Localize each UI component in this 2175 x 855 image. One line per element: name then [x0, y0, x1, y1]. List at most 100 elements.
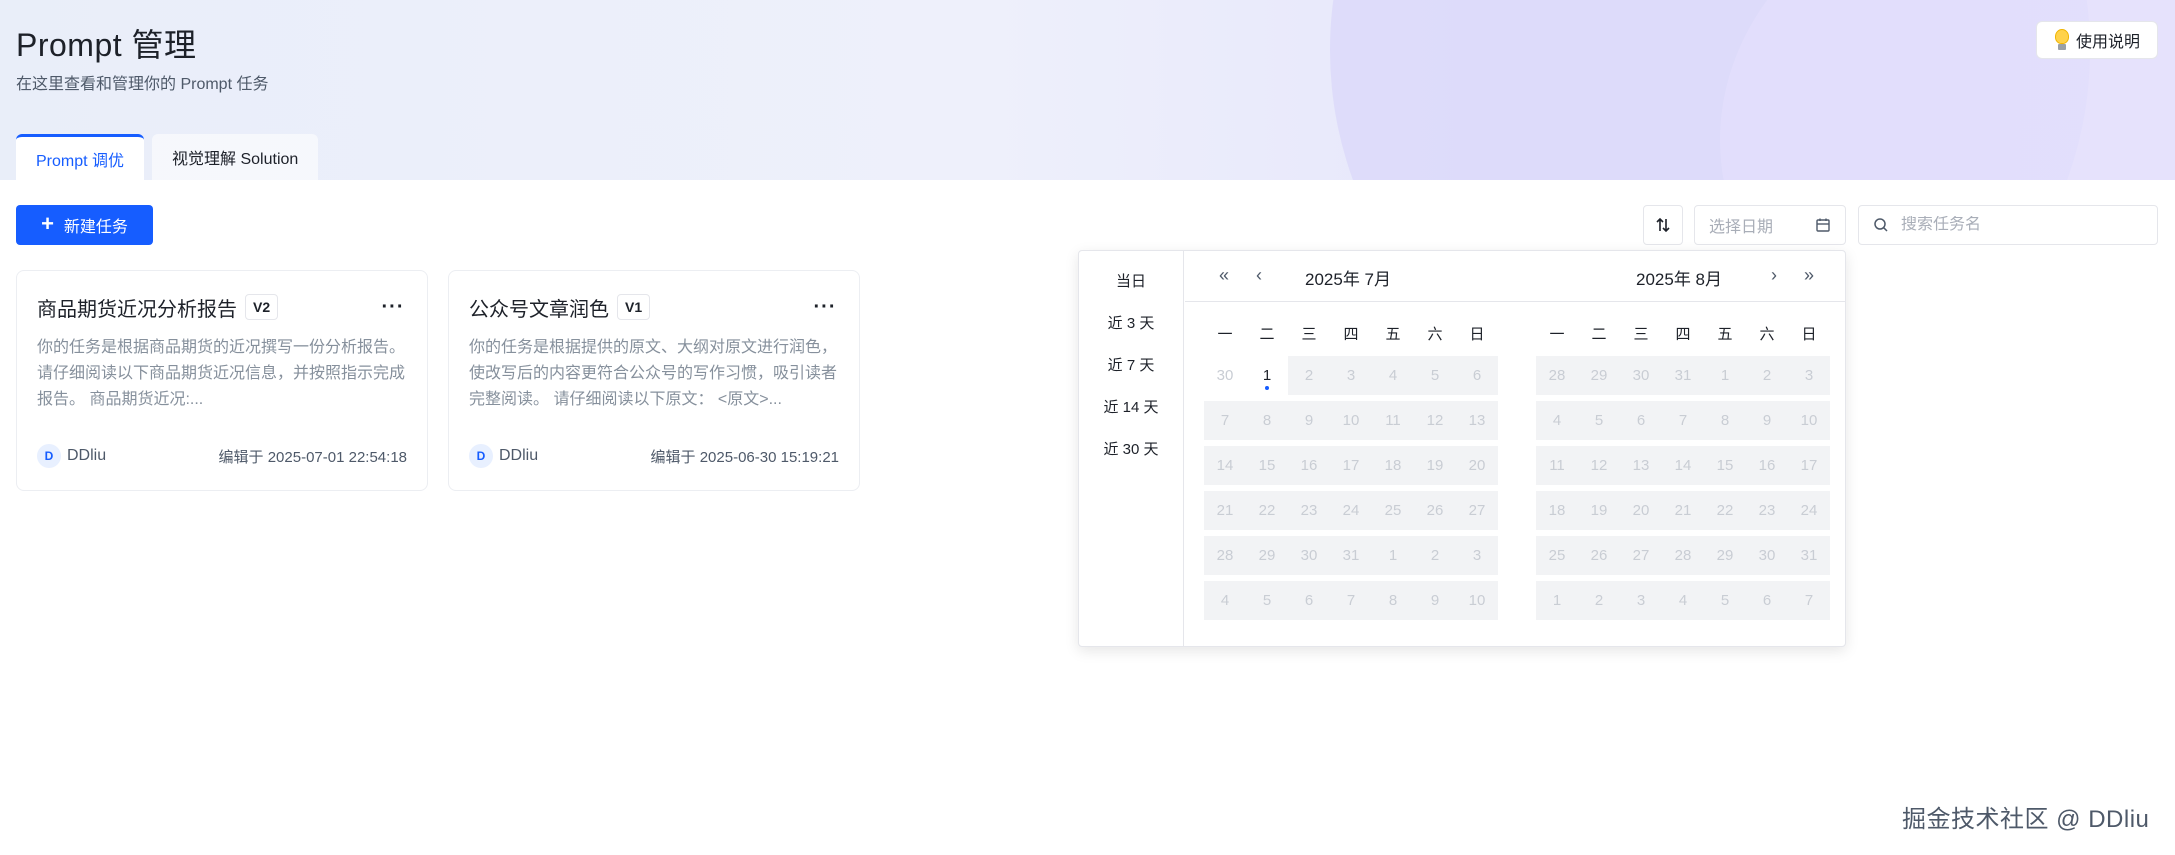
calendar-day: 7	[1330, 578, 1372, 623]
day-number: 29	[1590, 367, 1608, 384]
page-title: Prompt 管理	[16, 27, 197, 63]
next-year-icon[interactable]: »	[1797, 263, 1821, 287]
card-description: 你的任务是根据商品期货的近况撰写一份分析报告。请仔细阅读以下商品期货近况信息，并…	[37, 339, 406, 408]
more-options-icon[interactable]: ···	[811, 293, 839, 321]
calendar-day: 30	[1746, 533, 1788, 578]
day-number: 2	[1594, 592, 1604, 609]
calendar-day: 30	[1204, 353, 1246, 398]
day-number: 30	[1300, 547, 1318, 564]
calendar-icon	[1816, 218, 1830, 232]
calendar-day: 11	[1372, 398, 1414, 443]
sort-button[interactable]	[1643, 205, 1683, 245]
calendar-day: 22	[1246, 488, 1288, 533]
shortcut-7-days[interactable]: 近 7 天	[1079, 343, 1183, 385]
calendar-day: 28	[1662, 533, 1704, 578]
calendar-day: 23	[1746, 488, 1788, 533]
day-number: 1	[1388, 547, 1398, 564]
day-grid: 30 1 2 3 4 5 6 7 8 9 10 11 12 13 14 15 16 17 18 19 20 21 22 23 2…	[1204, 353, 1498, 623]
weekday-label: 五	[1385, 326, 1401, 343]
calendar-day: 12	[1414, 398, 1456, 443]
calendar-day: 16	[1288, 443, 1330, 488]
calendar-day: 21	[1662, 488, 1704, 533]
avatar: D	[469, 444, 493, 468]
day-number: 2	[1304, 367, 1314, 384]
day-number: 26	[1590, 547, 1608, 564]
calendar-day: 2	[1414, 533, 1456, 578]
calendar-right: 一二三四五六日 28 29 30 31 1 2 3 4 5 6 7 8 9 10 11 12 13 14 15 16 1…	[1536, 321, 1830, 623]
weekday-label: 二	[1259, 326, 1275, 343]
shortcut-today[interactable]: 当日	[1079, 259, 1183, 301]
more-options-icon[interactable]: ···	[379, 293, 407, 321]
calendar-day: 19	[1414, 443, 1456, 488]
calendar-day: 31	[1330, 533, 1372, 578]
calendar-day: 24	[1788, 488, 1830, 533]
calendar-day: 18	[1372, 443, 1414, 488]
day-number: 22	[1258, 502, 1276, 519]
calendar-day: 11	[1536, 443, 1578, 488]
shortcut-3-days[interactable]: 近 3 天	[1079, 301, 1183, 343]
help-button[interactable]: 使用说明	[2036, 21, 2158, 59]
calendar-day: 4	[1536, 398, 1578, 443]
header-background	[0, 0, 2175, 180]
day-number: 5	[1594, 412, 1604, 429]
day-number: 29	[1716, 547, 1734, 564]
card-author: DDliu	[499, 447, 539, 464]
calendar-day: 10	[1330, 398, 1372, 443]
day-number: 7	[1220, 412, 1230, 429]
day-number: 1	[1720, 367, 1730, 384]
task-card[interactable]: 商品期货近况分析报告 V2 ··· 你的任务是根据商品期货的近况撰写一份分析报告…	[16, 270, 428, 491]
calendar-day: 10	[1456, 578, 1498, 623]
next-month-icon[interactable]: ›	[1762, 263, 1786, 287]
day-number: 3	[1346, 367, 1356, 384]
lightbulb-icon	[2054, 29, 2070, 51]
day-number: 1	[1552, 592, 1562, 609]
new-task-button[interactable]: + 新建任务	[16, 205, 153, 245]
divider	[1185, 301, 1845, 302]
today-dot-icon	[1265, 386, 1269, 390]
day-number: 26	[1426, 502, 1444, 519]
day-number: 27	[1632, 547, 1650, 564]
prev-month-icon[interactable]: ‹	[1247, 263, 1271, 287]
weekday-label: 日	[1801, 326, 1817, 343]
day-number: 6	[1636, 412, 1646, 429]
date-placeholder: 选择日期	[1709, 219, 1774, 236]
shortcut-30-days[interactable]: 近 30 天	[1079, 427, 1183, 469]
calendar-day: 9	[1288, 398, 1330, 443]
search-input[interactable]	[1901, 216, 2141, 234]
day-number: 14	[1216, 457, 1234, 474]
calendar-day-today[interactable]: 1	[1246, 353, 1288, 398]
day-number: 18	[1548, 502, 1566, 519]
day-number: 20	[1632, 502, 1650, 519]
day-number: 31	[1674, 367, 1692, 384]
search-box	[1858, 205, 2158, 245]
day-number: 8	[1262, 412, 1272, 429]
day-number: 19	[1426, 457, 1444, 474]
weekday-label: 五	[1717, 326, 1733, 343]
calendar-day: 5	[1704, 578, 1746, 623]
new-task-label: 新建任务	[63, 219, 128, 236]
day-number: 24	[1800, 502, 1818, 519]
calendar-day: 23	[1288, 488, 1330, 533]
calendar-day: 31	[1788, 533, 1830, 578]
calendar-day: 30	[1620, 353, 1662, 398]
shortcut-14-days[interactable]: 近 14 天	[1079, 385, 1183, 427]
calendar-left: 一二三四五六日 30 1 2 3 4 5 6 7 8 9 10 11 12 13 14 15 16 17 18 19 2…	[1204, 321, 1498, 623]
calendar-day: 26	[1414, 488, 1456, 533]
weekday-label: 一	[1549, 326, 1565, 343]
search-icon	[1874, 218, 1888, 232]
day-number: 27	[1468, 502, 1486, 519]
day-number: 3	[1472, 547, 1482, 564]
weekday-label: 六	[1427, 326, 1443, 343]
calendar-day: 3	[1620, 578, 1662, 623]
sort-icon	[1656, 217, 1670, 233]
prev-year-icon[interactable]: «	[1212, 263, 1236, 287]
page: Prompt 管理 在这里查看和管理你的 Prompt 任务 使用说明 Prom…	[0, 0, 2175, 855]
task-card[interactable]: 公众号文章润色 V1 ··· 你的任务是根据提供的原文、大纲对原文进行润色，使改…	[448, 270, 860, 491]
tab-prompt-tuning[interactable]: Prompt 调优	[16, 134, 145, 180]
day-number: 23	[1758, 502, 1776, 519]
date-picker-input[interactable]: 选择日期	[1694, 205, 1846, 245]
tab-visual-understanding[interactable]: 视觉理解 Solution	[152, 134, 319, 180]
calendar-day: 15	[1246, 443, 1288, 488]
day-number: 21	[1216, 502, 1234, 519]
day-number: 5	[1720, 592, 1730, 609]
